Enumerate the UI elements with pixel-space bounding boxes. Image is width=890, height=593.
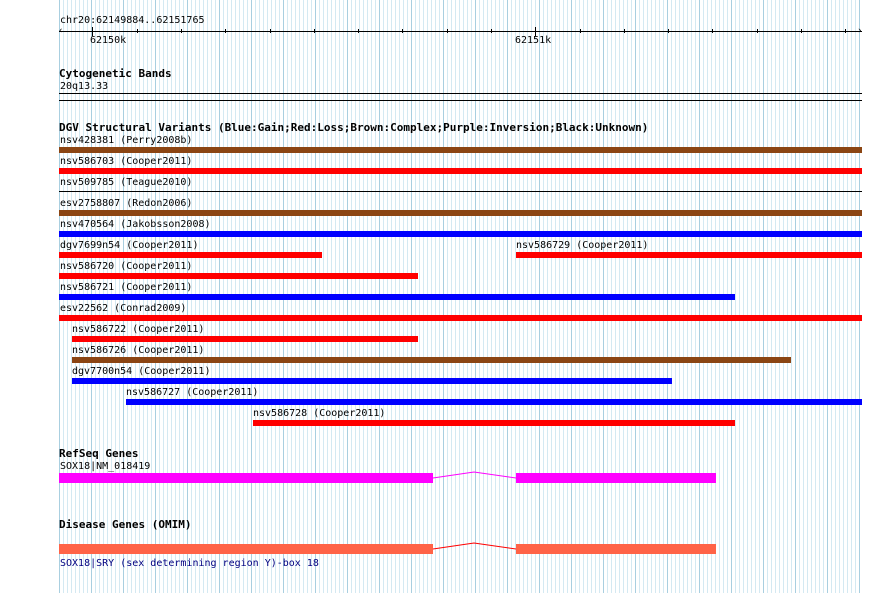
variant-bar-loss[interactable] — [59, 252, 322, 258]
variant-bar-loss[interactable] — [59, 168, 862, 174]
ruler-minor-tick — [712, 29, 713, 33]
cytoband-top-line — [59, 93, 862, 94]
dgv-track-title[interactable]: DGV Structural Variants (Blue:Gain;Red:L… — [59, 122, 648, 134]
variant-bar-loss[interactable] — [59, 273, 418, 279]
variant-bar-gain[interactable] — [126, 399, 862, 405]
variant-label[interactable]: nsv509785 (Teague2010) — [60, 177, 192, 188]
variant-label[interactable]: nsv586727 (Cooper2011) — [126, 387, 258, 398]
scroll-right-arrow-icon[interactable]: › — [857, 27, 862, 36]
variant-bar-complex[interactable] — [59, 210, 862, 216]
ruler-minor-tick — [181, 29, 182, 33]
cytoband-bottom-line — [59, 100, 862, 101]
variant-bar-unknown[interactable] — [59, 191, 862, 192]
ruler-minor-tick — [137, 29, 138, 33]
variant-label[interactable]: nsv470564 (Jakobsson2008) — [60, 219, 211, 230]
variant-bar-complex[interactable] — [59, 147, 862, 153]
ruler-minor-tick — [491, 29, 492, 33]
ruler-minor-tick — [580, 29, 581, 33]
variant-bar-gain[interactable] — [72, 378, 672, 384]
variant-label[interactable]: esv2758807 (Redon2006) — [60, 198, 192, 209]
ruler-minor-tick — [225, 29, 226, 33]
omim-gene-label[interactable]: SOX18|SRY (sex determining region Y)-box… — [60, 558, 319, 569]
variant-label[interactable]: nsv586703 (Cooper2011) — [60, 156, 192, 167]
ruler-minor-tick — [358, 29, 359, 33]
refseq-intron-line — [432, 471, 517, 479]
ruler-minor-tick — [402, 29, 403, 33]
omim-exon-1[interactable] — [59, 544, 433, 554]
variant-bar-loss[interactable] — [516, 252, 862, 258]
refseq-exon-1[interactable] — [59, 473, 433, 483]
ruler-minor-tick — [624, 29, 625, 33]
ruler-minor-tick — [801, 29, 802, 33]
variant-label[interactable]: dgv7700n54 (Cooper2011) — [72, 366, 210, 377]
variant-label[interactable]: esv22562 (Conrad2009) — [60, 303, 186, 314]
omim-track-title[interactable]: Disease Genes (OMIM) — [59, 519, 191, 531]
variant-label[interactable]: nsv586726 (Cooper2011) — [72, 345, 204, 356]
variant-label[interactable]: nsv586722 (Cooper2011) — [72, 324, 204, 335]
variant-label[interactable]: nsv586728 (Cooper2011) — [253, 408, 385, 419]
variant-bar-loss[interactable] — [59, 315, 862, 321]
variant-bar-loss[interactable] — [72, 336, 418, 342]
ruler-label-62151k: 62151k — [515, 35, 552, 46]
variant-label[interactable]: dgv7699n54 (Cooper2011) — [60, 240, 198, 251]
variant-bar-gain[interactable] — [59, 294, 735, 300]
cytoband-track-title[interactable]: Cytogenetic Bands — [59, 68, 172, 80]
omim-exon-2[interactable] — [516, 544, 716, 554]
omim-intron-line — [432, 542, 517, 550]
variant-label[interactable]: nsv586729 (Cooper2011) — [516, 240, 648, 251]
ruler-label-62150k: 62150k — [90, 35, 127, 46]
location-label: chr20:62149884..62151765 — [60, 15, 205, 26]
variant-bar-gain[interactable] — [59, 231, 862, 237]
ruler-minor-tick — [447, 29, 448, 33]
ruler-minor-tick — [845, 29, 846, 33]
ruler-minor-tick — [270, 29, 271, 33]
genome-browser-canvas: chr20:62149884..62151765 ‹ › 62150k 6215… — [0, 0, 890, 593]
ruler-minor-tick — [314, 29, 315, 33]
variant-label[interactable]: nsv586720 (Cooper2011) — [60, 261, 192, 272]
variant-label[interactable]: nsv586721 (Cooper2011) — [60, 282, 192, 293]
ruler-minor-tick — [668, 29, 669, 33]
variant-bar-complex[interactable] — [72, 357, 791, 363]
refseq-track-title[interactable]: RefSeq Genes — [59, 448, 138, 460]
refseq-exon-2[interactable] — [516, 473, 716, 483]
variant-bar-loss[interactable] — [253, 420, 735, 426]
variant-label[interactable]: nsv428381 (Perry2008b) — [60, 135, 192, 146]
ruler-axis — [59, 31, 862, 32]
ruler-minor-tick — [757, 29, 758, 33]
scroll-left-arrow-icon[interactable]: ‹ — [58, 27, 63, 36]
refseq-gene-label[interactable]: SOX18|NM_018419 — [60, 461, 150, 472]
cytoband-label[interactable]: 20q13.33 — [60, 81, 108, 92]
